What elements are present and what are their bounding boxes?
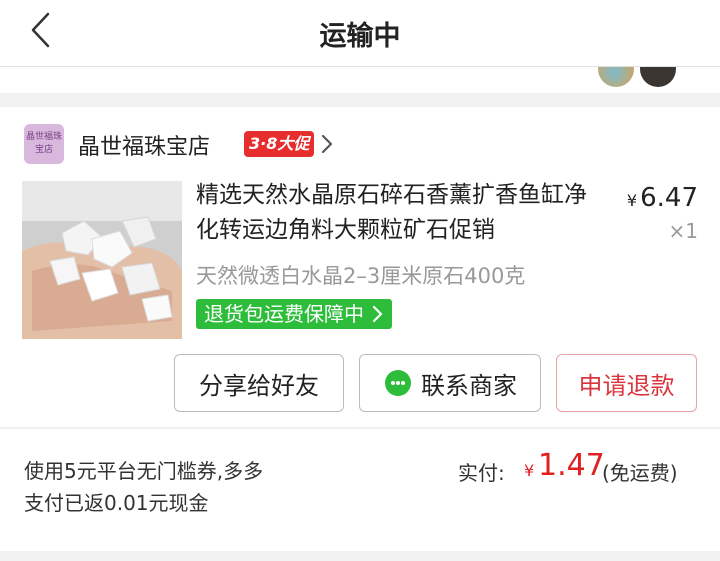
return-shipping-guarantee[interactable]: 退货包运费保障中 <box>196 299 393 329</box>
price-value: 6.47 <box>640 183 698 213</box>
guarantee-label: 退货包运费保障中 <box>204 302 364 326</box>
shop-logo[interactable]: 晶世福珠宝店 <box>24 124 64 164</box>
coupon-info: 使用5元平台无门槛券,多多 <box>24 459 264 483</box>
product-price: ¥6.47 <box>627 183 698 213</box>
shop-name[interactable]: 晶世福珠宝店 <box>78 129 210 161</box>
top-nav-bar: 运输中 <box>0 0 720 67</box>
order-card: 晶世福珠宝店 晶世福珠宝店 3·8大促 精选天然水晶原石碎石香薰扩香鱼缸净化转运… <box>0 107 720 427</box>
courier-avatar[interactable] <box>598 67 634 87</box>
refund-button[interactable]: 申请退款 <box>556 354 697 412</box>
share-button[interactable]: 分享给好友 <box>174 354 344 412</box>
shipping-note: (免运费) <box>602 461 678 485</box>
crystal-photo <box>22 181 182 339</box>
cashback-info: 支付已返0.01元现金 <box>24 491 209 515</box>
product-quantity: ×1 <box>668 219 698 243</box>
courier-avatar-secondary[interactable] <box>640 67 676 87</box>
chevron-right-icon[interactable] <box>320 133 334 155</box>
courier-strip <box>0 67 720 93</box>
contact-seller-button[interactable]: 联系商家 <box>359 354 541 412</box>
product-title[interactable]: 精选天然水晶原石碎石香薰扩香鱼缸净化转运边角料大颗粒矿石促销 <box>196 178 596 248</box>
chevron-right-icon <box>373 305 383 323</box>
promo-badge: 3·8大促 <box>244 131 315 157</box>
paid-label: 实付: <box>458 461 505 485</box>
product-image[interactable] <box>22 181 182 339</box>
paid-amount: 1.47 <box>538 448 605 483</box>
currency-symbol: ¥ <box>626 191 638 210</box>
paid-currency-symbol: ¥ <box>524 461 535 480</box>
page-title: 运输中 <box>319 21 401 52</box>
payment-summary: 使用5元平台无门槛券,多多 支付已返0.01元现金 实付: ¥ 1.47 (免运… <box>0 428 720 551</box>
contact-seller-label: 联系商家 <box>421 371 517 400</box>
product-spec: 天然微透白水晶2–3厘米原石400克 <box>196 264 526 288</box>
chat-icon <box>385 370 411 396</box>
